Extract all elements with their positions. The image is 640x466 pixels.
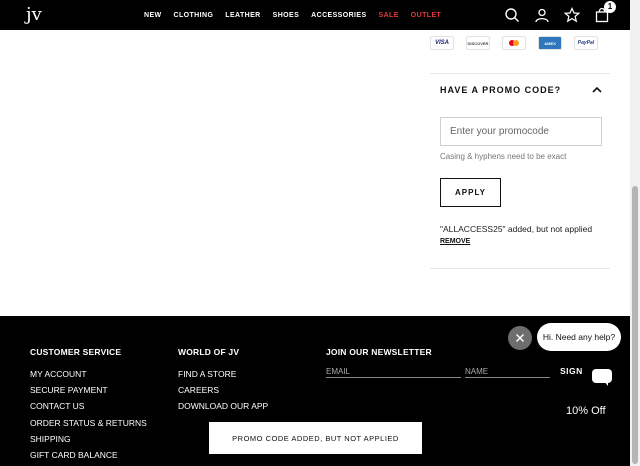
newsletter-email-input[interactable] (326, 366, 461, 378)
footer-link-order-status[interactable]: ORDER STATUS & RETURNS (30, 418, 147, 428)
footer-link-my-account[interactable]: MY ACCOUNT (30, 369, 87, 379)
site-header: jv NEW CLOTHING LEATHER SHOES ACCESSORIE… (0, 0, 630, 30)
remove-promo-link[interactable]: REMOVE (440, 238, 470, 245)
footer-link-find-store[interactable]: FIND A STORE (178, 369, 236, 379)
apply-button[interactable]: APPLY (440, 178, 501, 207)
nav-item-accessories[interactable]: ACCESSORIES (311, 12, 366, 19)
promo-code-input[interactable] (440, 117, 602, 146)
account-icon[interactable] (534, 7, 550, 23)
divider (430, 73, 610, 74)
nav-item-shoes[interactable]: SHOES (273, 12, 300, 19)
nav-item-sale[interactable]: SALE (379, 12, 399, 19)
main-nav: NEW CLOTHING LEATHER SHOES ACCESSORIES S… (144, 0, 441, 30)
chat-prompt-bubble[interactable]: Hi. Need any help? (537, 323, 621, 351)
paypal-icon: PayPal (574, 36, 598, 50)
visa-icon: VISA (430, 36, 454, 50)
chevron-up-icon[interactable] (591, 84, 603, 96)
footer-link-secure-payment[interactable]: SECURE PAYMENT (30, 385, 108, 395)
discover-icon: DISCOVER (466, 36, 490, 50)
discount-offer-badge[interactable]: 10% Off (566, 405, 606, 417)
nav-item-new[interactable]: NEW (144, 12, 162, 19)
page: jv NEW CLOTHING LEATHER SHOES ACCESSORIE… (0, 0, 640, 466)
amex-icon: AMEX (538, 36, 562, 50)
nav-item-clothing[interactable]: CLOTHING (174, 12, 214, 19)
promo-toast: PROMO CODE ADDED, BUT NOT APPLIED (209, 422, 422, 454)
footer-link-gift-card[interactable]: GIFT CARD BALANCE (30, 450, 118, 460)
nav-item-leather[interactable]: LEATHER (225, 12, 260, 19)
close-chat-prompt-button[interactable] (508, 326, 532, 350)
site-logo[interactable]: jv (26, 4, 42, 25)
divider (430, 268, 610, 269)
newsletter-name-input[interactable] (465, 366, 550, 378)
wishlist-star-icon[interactable] (564, 7, 580, 23)
promo-status-text: "ALLACCESS25" added, but not applied (440, 224, 593, 234)
footer-link-shipping[interactable]: SHIPPING (30, 434, 71, 444)
footer-link-contact-us[interactable]: CONTACT US (30, 401, 84, 411)
promo-hint: Casing & hyphens need to be exact (440, 152, 567, 161)
newsletter-title: JOIN OUR NEWSLETTER (326, 347, 432, 357)
chat-icon (592, 369, 612, 386)
nav-item-outlet[interactable]: OUTLET (411, 12, 441, 19)
footer-link-careers[interactable]: CAREERS (178, 385, 219, 395)
newsletter-signup-button[interactable]: SIGN (560, 366, 583, 376)
scrollbar-thumb[interactable] (632, 186, 638, 464)
promo-title[interactable]: HAVE A PROMO CODE? (440, 85, 561, 95)
header-icons: 1 (504, 0, 616, 30)
customer-service-title: CUSTOMER SERVICE (30, 347, 122, 357)
cart-count-badge: 1 (604, 1, 616, 13)
chat-launcher-button[interactable] (584, 358, 620, 394)
payment-methods: VISA DISCOVER AMEX PayPal (430, 36, 598, 50)
world-of-jv-title: WORLD OF JV (178, 347, 240, 357)
search-icon[interactable] (504, 7, 520, 23)
cart-bag-icon[interactable]: 1 (594, 1, 616, 23)
mastercard-icon (502, 36, 526, 50)
close-icon (516, 334, 524, 342)
footer-link-download-app[interactable]: DOWNLOAD OUR APP (178, 401, 268, 411)
page-scrollbar[interactable] (630, 0, 640, 466)
